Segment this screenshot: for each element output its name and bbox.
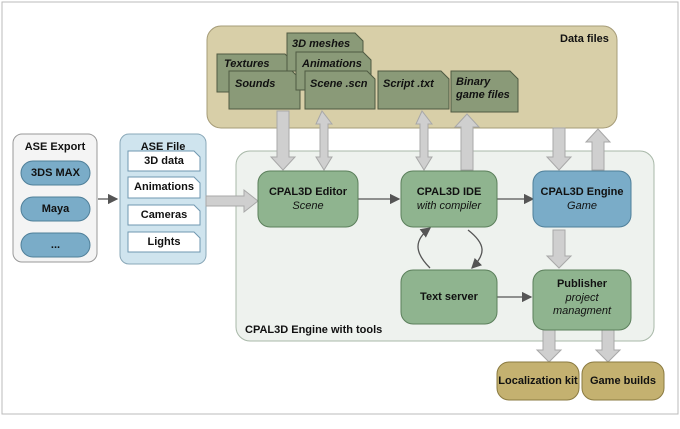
textures-label: Textures xyxy=(224,58,270,70)
ide-title: CPAL3D IDE xyxy=(416,186,482,198)
ide-subtitle: with compiler xyxy=(416,200,482,212)
binary-label-2: game files xyxy=(456,89,510,101)
data-files-title: Data files xyxy=(560,33,609,45)
scene-file-label: Scene .scn xyxy=(310,78,368,90)
editor-node[interactable] xyxy=(257,170,359,228)
engine-panel-title: CPAL3D Engine with tools xyxy=(245,324,383,336)
animations-label: Animations xyxy=(302,58,362,70)
ase-file-item-label: Cameras xyxy=(140,209,188,221)
text-server-title: Text server xyxy=(420,291,478,303)
engine-node-subtitle: Game xyxy=(567,200,597,212)
engine-node-title: CPAL3D Engine xyxy=(540,186,624,198)
ase-file-item-label: Lights xyxy=(147,236,181,248)
publisher-subtitle-1: project xyxy=(565,292,599,304)
ase-export-item-label: Maya xyxy=(41,203,70,215)
ase-file-title: ASE File xyxy=(140,141,186,153)
engine-node[interactable] xyxy=(532,170,632,228)
meshes-label: 3D meshes xyxy=(292,38,351,50)
publisher-subtitle-2: managment xyxy=(552,305,612,317)
ide-node[interactable] xyxy=(400,170,498,228)
localization-label: Localization kit xyxy=(498,375,578,387)
publisher-title: Publisher xyxy=(556,278,608,290)
ase-file-item-label: 3D data xyxy=(144,155,184,167)
editor-title: CPAL3D Editor xyxy=(268,186,348,198)
ase-file-item-label: Animations xyxy=(134,181,194,193)
ase-export-title: ASE Export xyxy=(24,141,86,153)
game-builds-label: Game builds xyxy=(589,375,657,387)
ase-export-item-label: ... xyxy=(50,239,61,251)
editor-subtitle: Scene xyxy=(292,200,324,212)
script-file-label: Script .txt xyxy=(383,78,434,90)
ase-export-item-label: 3DS MAX xyxy=(31,167,80,179)
sounds-label: Sounds xyxy=(235,78,276,90)
architecture-diagram: Data files ASE Export ASE File CPAL3D En… xyxy=(0,0,680,429)
binary-label-1: Binary xyxy=(456,76,491,88)
